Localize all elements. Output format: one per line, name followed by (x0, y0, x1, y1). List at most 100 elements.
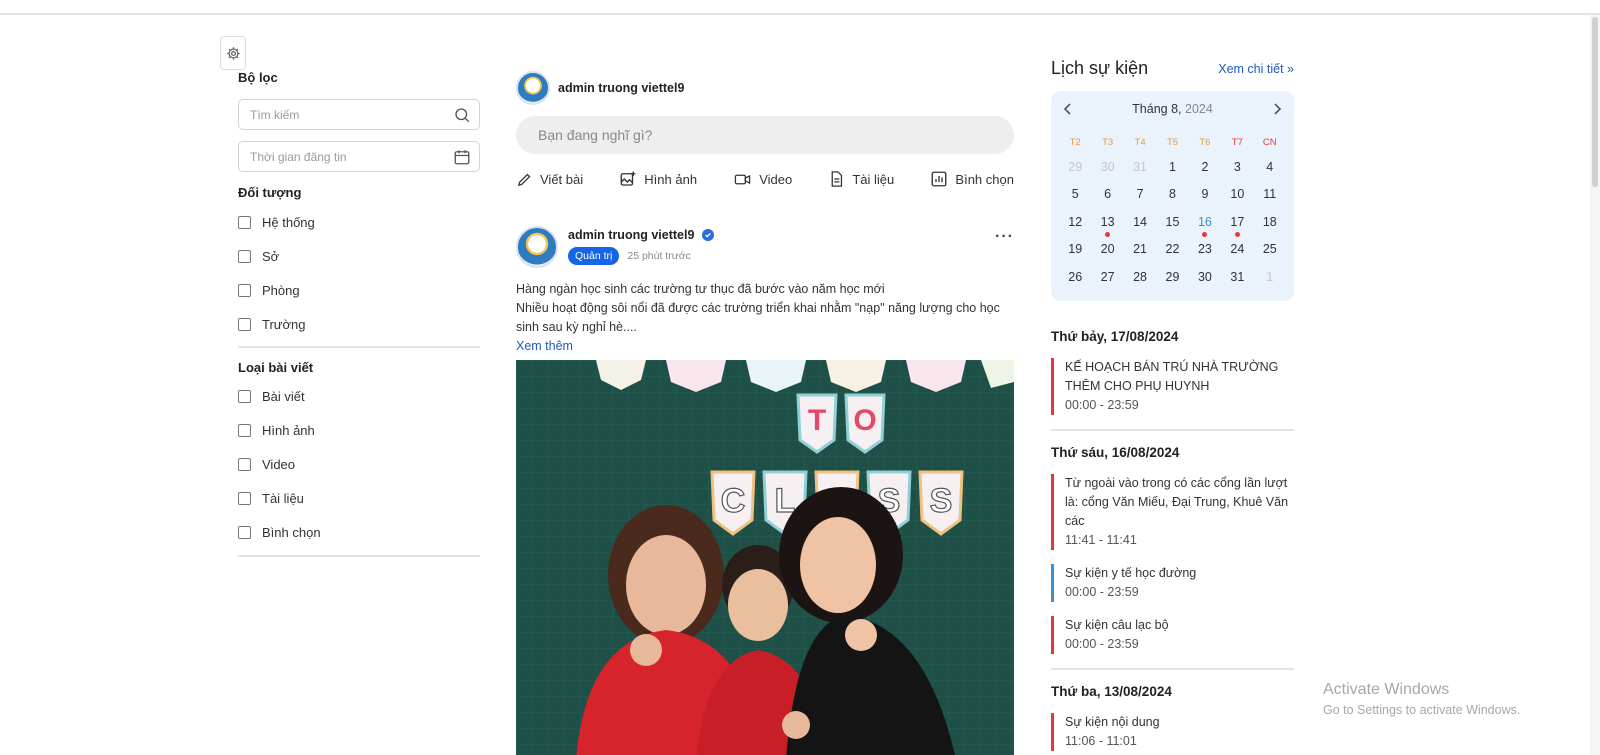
calendar-day[interactable]: 18 (1254, 215, 1286, 229)
add-document-button[interactable]: Tài liệu (828, 167, 894, 191)
checkbox[interactable] (238, 525, 251, 539)
event-day-title: Thứ ba, 13/08/2024 (1051, 684, 1172, 699)
checkbox[interactable] (238, 423, 251, 437)
event-time: 00:00 - 23:59 (1065, 398, 1139, 412)
scrollbar-thumb[interactable] (1592, 17, 1598, 187)
event-item[interactable]: Sự kiện câu lạc bộ 00:00 - 23:59 (1051, 616, 1294, 654)
create-poll-button[interactable]: Bình chọn (930, 167, 1014, 191)
checkbox[interactable] (238, 317, 251, 331)
see-detail-link[interactable]: Xem chi tiết » (1218, 62, 1294, 76)
events-header: Lịch sự kiện Xem chi tiết » (1051, 58, 1294, 79)
calendar-day-today[interactable]: 16 (1189, 215, 1221, 237)
calendar-day[interactable]: 10 (1221, 187, 1253, 201)
calendar-day[interactable]: 28 (1124, 270, 1156, 284)
banner-letter: T (808, 404, 826, 437)
settings-button[interactable] (220, 36, 246, 70)
type-checkbox-binh-chon[interactable]: Bình chọn (238, 515, 480, 549)
calendar-day[interactable]: 26 (1059, 270, 1091, 284)
checkbox[interactable] (238, 215, 251, 229)
calendar-day[interactable]: 23 (1189, 242, 1221, 256)
top-bar (0, 0, 1600, 15)
calendar-day[interactable]: 3 (1221, 160, 1253, 174)
checkbox[interactable] (238, 389, 251, 403)
calendar-day[interactable]: 20 (1091, 242, 1123, 256)
calendar-day[interactable]: 7 (1124, 187, 1156, 201)
post-author-name[interactable]: admin truong viettel9 (568, 228, 694, 242)
calendar-day[interactable]: 15 (1156, 215, 1188, 229)
calendar-day[interactable]: 22 (1156, 242, 1188, 256)
calendar-day[interactable]: 4 (1254, 160, 1286, 174)
search-input[interactable] (239, 100, 439, 129)
checkbox-label: Video (262, 456, 296, 472)
see-detail-label: Xem chi tiết (1218, 61, 1284, 76)
search-field[interactable] (238, 99, 480, 130)
calendar-day[interactable]: 30 (1091, 160, 1123, 174)
post-author: admin truong viettel9 (568, 226, 715, 243)
audience-checkbox-phong[interactable]: Phòng (238, 273, 480, 307)
avatar[interactable] (516, 71, 550, 105)
calendar-day[interactable]: 2 (1189, 160, 1221, 174)
type-checkbox-video[interactable]: Video (238, 447, 480, 481)
see-more-link[interactable]: Xem thêm (516, 337, 1014, 356)
status-input[interactable]: Bạn đang nghĩ gì? (516, 116, 1014, 154)
status-placeholder: Bạn đang nghĩ gì? (538, 127, 653, 143)
calendar-day[interactable]: 21 (1124, 242, 1156, 256)
calendar-day[interactable]: 5 (1059, 187, 1091, 201)
checkbox[interactable] (238, 249, 251, 263)
calendar-day[interactable]: 9 (1189, 187, 1221, 201)
chevron-right-icon[interactable] (1272, 103, 1282, 115)
more-options-icon[interactable]: ··· (995, 228, 1014, 246)
event-time: 00:00 - 23:59 (1065, 637, 1139, 651)
post-type-title: Loại bài viết (238, 360, 314, 375)
page-scrollbar[interactable] (1590, 15, 1600, 755)
write-post-button[interactable]: Viết bài (516, 167, 583, 191)
post-image[interactable]: T O C L A S S (516, 360, 1014, 755)
add-video-button[interactable]: Video (733, 167, 792, 191)
post-author-avatar[interactable] (516, 226, 558, 268)
calendar-day[interactable]: 29 (1059, 160, 1091, 174)
calendar-day[interactable]: 25 (1254, 242, 1286, 256)
calendar-icon[interactable] (453, 148, 471, 166)
search-icon[interactable] (453, 106, 471, 124)
event-item[interactable]: Sự kiện nội dung 11:06 - 11:01 (1051, 713, 1294, 751)
event-item[interactable]: Từ ngoài vào trong có các cổng lần lượt … (1051, 474, 1294, 550)
audience-checkbox-so[interactable]: Sở (238, 239, 480, 273)
weekday: T4 (1134, 137, 1146, 148)
date-input[interactable] (239, 142, 439, 171)
calendar-day[interactable]: 11 (1254, 187, 1286, 201)
calendar-day[interactable]: 24 (1221, 242, 1253, 256)
divider (238, 346, 480, 348)
calendar-day[interactable]: 6 (1091, 187, 1123, 201)
type-checkbox-hinh-anh[interactable]: Hình ảnh (238, 413, 480, 447)
type-checkbox-tai-lieu[interactable]: Tài liệu (238, 481, 480, 515)
calendar-day[interactable]: 27 (1091, 270, 1123, 284)
weekday: T6 (1199, 137, 1211, 148)
calendar-day[interactable]: 8 (1156, 187, 1188, 201)
checkbox[interactable] (238, 457, 251, 471)
calendar-day[interactable]: 1 (1156, 160, 1188, 174)
calendar-day[interactable]: 29 (1156, 270, 1188, 284)
chevron-left-icon[interactable] (1063, 103, 1073, 115)
checkbox[interactable] (238, 491, 251, 505)
calendar-day[interactable]: 12 (1059, 215, 1091, 229)
double-chevron-right-icon: » (1287, 61, 1294, 76)
add-image-button[interactable]: Hình ảnh (619, 167, 697, 191)
calendar-day[interactable]: 31 (1124, 160, 1156, 174)
calendar-day-with-event[interactable]: 13 (1091, 215, 1123, 237)
event-title: Sự kiện y tế học đường (1065, 566, 1197, 580)
calendar-day[interactable]: 30 (1189, 270, 1221, 284)
date-field[interactable] (238, 141, 480, 172)
checkbox[interactable] (238, 283, 251, 297)
event-item[interactable]: KẾ HOẠCH BÁN TRÚ NHÀ TRƯỜNG THÊM CHO PHỤ… (1051, 358, 1294, 415)
calendar-day[interactable]: 14 (1124, 215, 1156, 229)
audience-checkbox-truong[interactable]: Trường (238, 307, 480, 341)
checkbox-label: Trường (262, 316, 306, 332)
calendar-day[interactable]: 31 (1221, 270, 1253, 284)
calendar-day-with-event[interactable]: 17 (1221, 215, 1253, 237)
calendar-day[interactable]: 1 (1254, 270, 1286, 284)
event-item[interactable]: Sự kiện y tế học đường 00:00 - 23:59 (1051, 564, 1294, 602)
audience-checkbox-he-thong[interactable]: Hệ thống (238, 205, 480, 239)
calendar-week: 26 27 28 29 30 31 1 (1059, 263, 1286, 291)
calendar-day[interactable]: 19 (1059, 242, 1091, 256)
type-checkbox-bai-viet[interactable]: Bài viết (238, 379, 480, 413)
